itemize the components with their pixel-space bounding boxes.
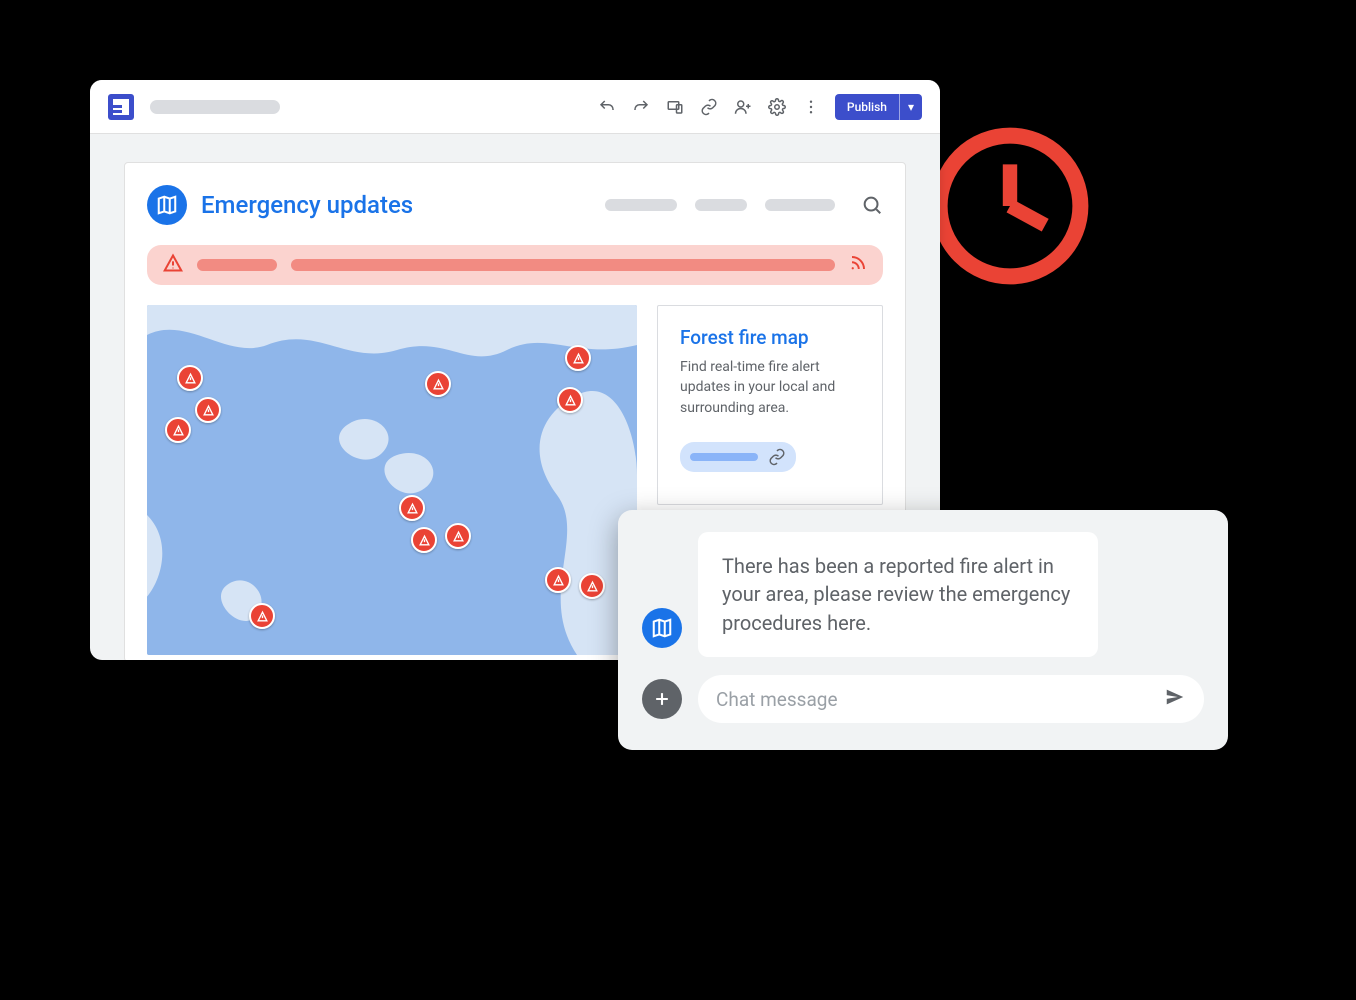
- publish-button[interactable]: Publish ▾: [835, 94, 922, 120]
- fire-pin[interactable]: [557, 387, 583, 413]
- fire-pin[interactable]: [399, 495, 425, 521]
- search-icon[interactable]: [861, 194, 883, 216]
- fire-pin[interactable]: [411, 527, 437, 553]
- chat-bot-avatar-icon: [642, 608, 682, 648]
- fire-pin[interactable]: [177, 365, 203, 391]
- page-header: Emergency updates: [147, 185, 883, 225]
- fire-pin[interactable]: [165, 417, 191, 443]
- side-card-body: Find real-time fire alert updates in you…: [680, 357, 860, 418]
- add-person-icon[interactable]: [733, 97, 753, 117]
- fire-pin[interactable]: [565, 345, 591, 371]
- link-icon[interactable]: [699, 97, 719, 117]
- nav-placeholders: [605, 194, 883, 216]
- clock-icon: [930, 126, 1090, 286]
- toolbar-icons: [597, 97, 821, 117]
- chat-input[interactable]: Chat message: [698, 675, 1204, 723]
- fire-pin[interactable]: [545, 567, 571, 593]
- alert-banner: [147, 245, 883, 285]
- page-title: Emergency updates: [201, 191, 413, 219]
- rss-icon[interactable]: [849, 254, 867, 276]
- title-bar: Publish ▾: [90, 80, 940, 134]
- map-info-card: Forest fire map Find real-time fire aler…: [657, 305, 883, 505]
- settings-gear-icon[interactable]: [767, 97, 787, 117]
- link-chip[interactable]: [680, 442, 796, 472]
- publish-dropdown-icon[interactable]: ▾: [900, 94, 922, 120]
- chat-message-bubble: There has been a reported fire alert in …: [698, 532, 1098, 657]
- fire-pin[interactable]: [579, 573, 605, 599]
- fire-pin[interactable]: [195, 397, 221, 423]
- sites-app-icon: [108, 94, 134, 120]
- fire-pin[interactable]: [249, 603, 275, 629]
- send-icon[interactable]: [1164, 686, 1186, 713]
- link-icon: [768, 448, 786, 466]
- publish-label: Publish: [835, 94, 900, 120]
- fire-map[interactable]: [147, 305, 637, 655]
- alert-text-placeholder: [197, 259, 277, 271]
- fire-pin[interactable]: [445, 523, 471, 549]
- link-text-placeholder: [690, 453, 758, 461]
- side-card-title: Forest fire map: [680, 326, 860, 349]
- map-logo-icon: [147, 185, 187, 225]
- chat-panel: There has been a reported fire alert in …: [618, 510, 1228, 750]
- redo-icon[interactable]: [631, 97, 651, 117]
- nav-item[interactable]: [765, 199, 835, 211]
- alert-text-placeholder: [291, 259, 835, 271]
- warning-icon: [163, 253, 183, 277]
- fire-pin[interactable]: [425, 371, 451, 397]
- document-title-placeholder[interactable]: [150, 100, 280, 114]
- nav-item[interactable]: [695, 199, 747, 211]
- undo-icon[interactable]: [597, 97, 617, 117]
- more-vert-icon[interactable]: [801, 97, 821, 117]
- chat-input-placeholder: Chat message: [716, 688, 838, 711]
- nav-item[interactable]: [605, 199, 677, 211]
- add-attachment-button[interactable]: [642, 679, 682, 719]
- device-preview-icon[interactable]: [665, 97, 685, 117]
